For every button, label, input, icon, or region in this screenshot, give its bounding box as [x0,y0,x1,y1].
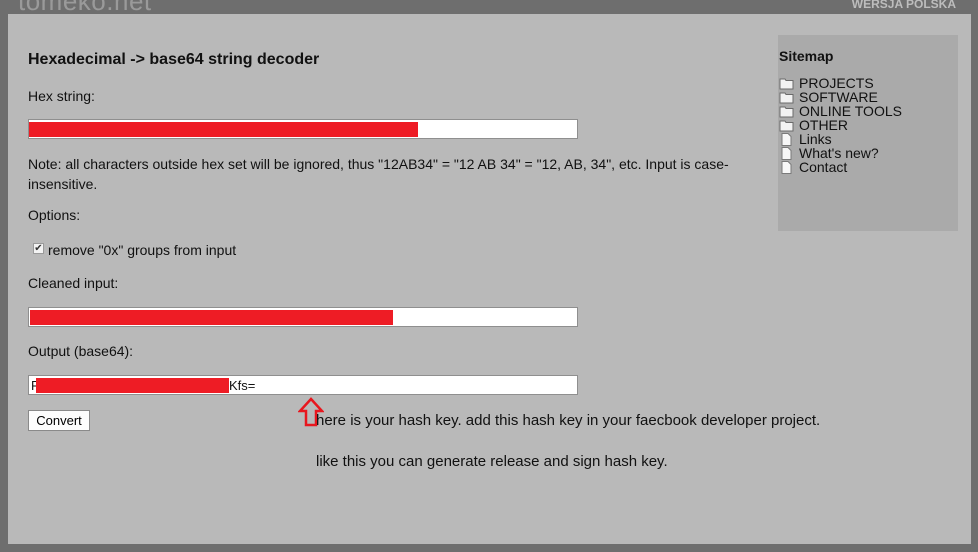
sitemap-item-contact[interactable]: Contact [779,160,902,174]
remove-0x-label[interactable]: remove "0x" groups from input [48,242,236,258]
sitemap-item-other[interactable]: OTHER [779,118,902,132]
sitemap-sidebar: Sitemap PROJECTS SOFTWARE ONLINE TOOLS O… [778,35,958,231]
folder-icon [779,120,794,131]
page-icon [781,146,792,160]
cleaned-input-label: Cleaned input: [28,275,119,291]
page-title: Hexadecimal -> base64 string decoder [28,51,320,68]
sitemap-item-software[interactable]: SOFTWARE [779,90,902,104]
sitemap-item-label: Contact [799,159,848,175]
sitemap-item-label: SOFTWARE [799,89,878,105]
cleaned-input-field[interactable] [28,307,578,327]
annotation-hash-key: here is your hash key. add this hash key… [316,412,821,429]
page-icon [781,132,792,146]
redaction-mark [36,378,229,393]
redaction-mark [29,122,418,137]
language-link[interactable]: WERSJA POLSKA [852,0,956,11]
sitemap-item-label: What's new? [799,145,879,161]
output-base64-field[interactable]: R Kfs= [28,375,578,395]
hex-string-label: Hex string: [28,88,95,104]
folder-icon [779,92,794,103]
content-panel: Hexadecimal -> base64 string decoder Hex… [8,14,971,544]
sitemap-item-label: OTHER [799,117,848,133]
hex-string-input[interactable] [28,119,578,139]
remove-0x-checkbox[interactable]: ✔ [33,243,44,254]
sitemap-item-label: Links [799,131,832,147]
output-suffix: Kfs= [229,378,256,393]
sitemap-item-label: PROJECTS [799,75,874,91]
sitemap-list: PROJECTS SOFTWARE ONLINE TOOLS OTHER Lin… [779,76,902,174]
note-text: Note: all characters outside hex set wil… [28,156,729,192]
annotation-release-key: like this you can generate release and s… [316,453,668,470]
page-icon [781,160,792,174]
options-label: Options: [28,207,81,223]
sitemap-title: Sitemap [779,48,834,64]
sitemap-item-online-tools[interactable]: ONLINE TOOLS [779,104,902,118]
output-label: Output (base64): [28,343,134,359]
sitemap-item-links[interactable]: Links [779,132,902,146]
folder-icon [779,78,794,89]
folder-icon [779,106,794,117]
sitemap-item-whats-new[interactable]: What's new? [779,146,902,160]
sitemap-item-label: ONLINE TOOLS [799,103,902,119]
convert-button[interactable]: Convert [28,410,90,431]
redaction-mark [30,310,393,325]
sitemap-item-projects[interactable]: PROJECTS [779,76,902,90]
